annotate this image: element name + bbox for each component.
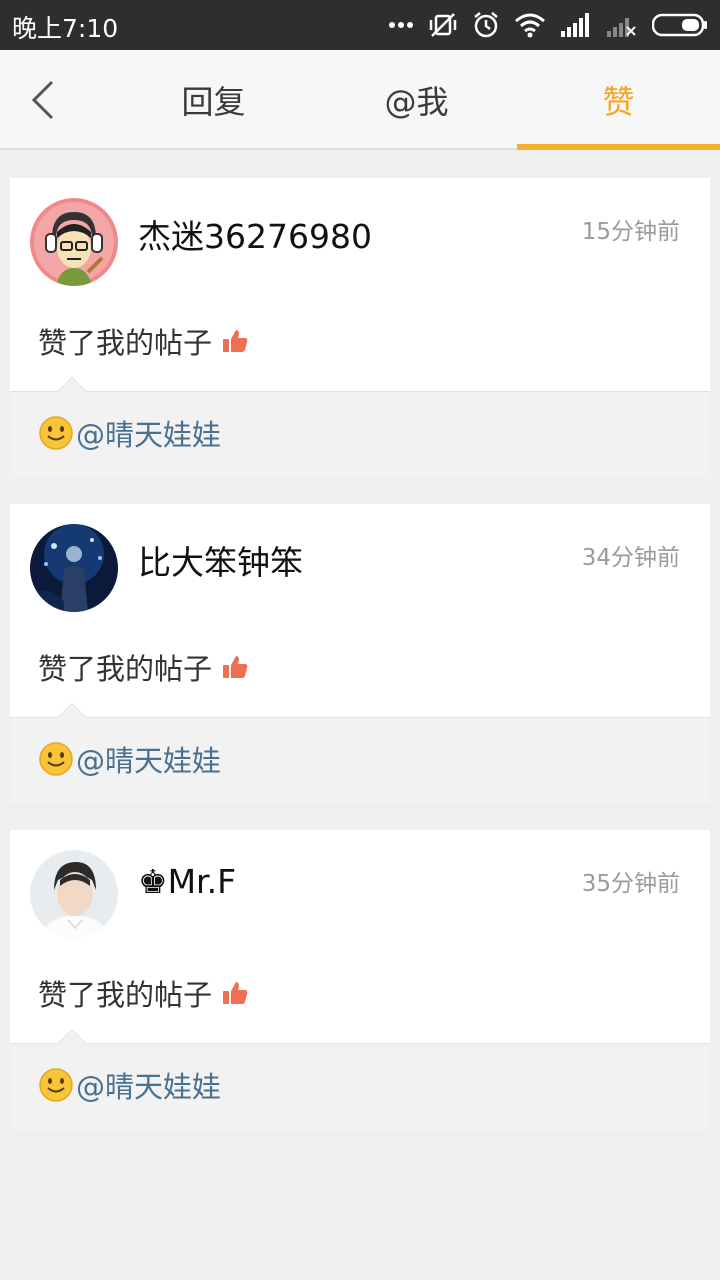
vibrate-off-icon <box>429 13 457 37</box>
notification-card[interactable]: 杰迷36276980 15分钟前 赞了我的帖子 @晴天娃娃 <box>10 178 710 478</box>
thumbs-up-icon <box>223 656 248 678</box>
chevron-left-icon <box>31 80 54 120</box>
timestamp: 35分钟前 <box>581 871 680 897</box>
notification-card[interactable]: 比大笨钟笨 34分钟前 赞了我的帖子 @晴天娃娃 <box>10 504 710 804</box>
thumbs-up-icon <box>223 982 248 1004</box>
smile-emoji-icon <box>39 1068 73 1102</box>
quote-content: @晴天娃娃 <box>38 1064 221 1106</box>
tab-likes[interactable]: 赞 <box>517 50 720 150</box>
thumbs-up-icon <box>223 330 248 352</box>
tab-mentions[interactable]: @我 <box>315 50 518 150</box>
wifi-icon <box>515 13 545 38</box>
timestamp: 34分钟前 <box>581 545 680 571</box>
status-bar: 晚上7:10 <box>0 0 720 50</box>
tab-header: 回复 @我 赞 <box>0 50 720 150</box>
quote-notch <box>57 702 87 732</box>
signal-icon <box>561 13 589 37</box>
signal-no-sim-icon <box>607 18 636 37</box>
notification-card[interactable]: ♚Mr.F 35分钟前 赞了我的帖子 @晴天娃娃 <box>10 830 710 1130</box>
like-action: 赞了我的帖子 <box>38 972 248 1014</box>
like-action-text: 赞了我的帖子 <box>38 652 213 686</box>
battery-icon <box>652 13 707 37</box>
like-action-text: 赞了我的帖子 <box>38 326 213 360</box>
like-action-text: 赞了我的帖子 <box>38 978 213 1012</box>
smile-emoji-icon <box>39 416 73 450</box>
username[interactable]: 比大笨钟笨 <box>138 536 303 584</box>
mention-text[interactable]: @晴天娃娃 <box>76 412 221 454</box>
tab-reply[interactable]: 回复 <box>112 50 315 150</box>
timestamp: 15分钟前 <box>581 219 680 245</box>
quote-notch <box>57 376 87 406</box>
mention-text[interactable]: @晴天娃娃 <box>76 738 221 780</box>
like-action: 赞了我的帖子 <box>38 646 248 688</box>
avatar[interactable] <box>30 850 118 938</box>
username[interactable]: 杰迷36276980 <box>138 210 372 258</box>
mention-text[interactable]: @晴天娃娃 <box>76 1064 221 1106</box>
back-button[interactable] <box>22 72 82 128</box>
status-time: 晚上7:10 <box>12 14 119 43</box>
quoted-post[interactable]: @晴天娃娃 <box>10 1028 710 1130</box>
quoted-post[interactable]: @晴天娃娃 <box>10 376 710 478</box>
more-dots-icon <box>389 22 413 28</box>
status-icons <box>388 8 708 42</box>
quoted-post[interactable]: @晴天娃娃 <box>10 702 710 804</box>
alarm-icon <box>474 12 498 38</box>
smile-emoji-icon <box>39 742 73 776</box>
avatar[interactable] <box>30 198 118 286</box>
avatar[interactable] <box>30 524 118 612</box>
quote-content: @晴天娃娃 <box>38 738 221 780</box>
quote-content: @晴天娃娃 <box>38 412 221 454</box>
active-tab-indicator <box>517 144 720 150</box>
like-action: 赞了我的帖子 <box>38 320 248 362</box>
quote-notch <box>57 1028 87 1058</box>
username[interactable]: ♚Mr.F <box>138 862 236 901</box>
